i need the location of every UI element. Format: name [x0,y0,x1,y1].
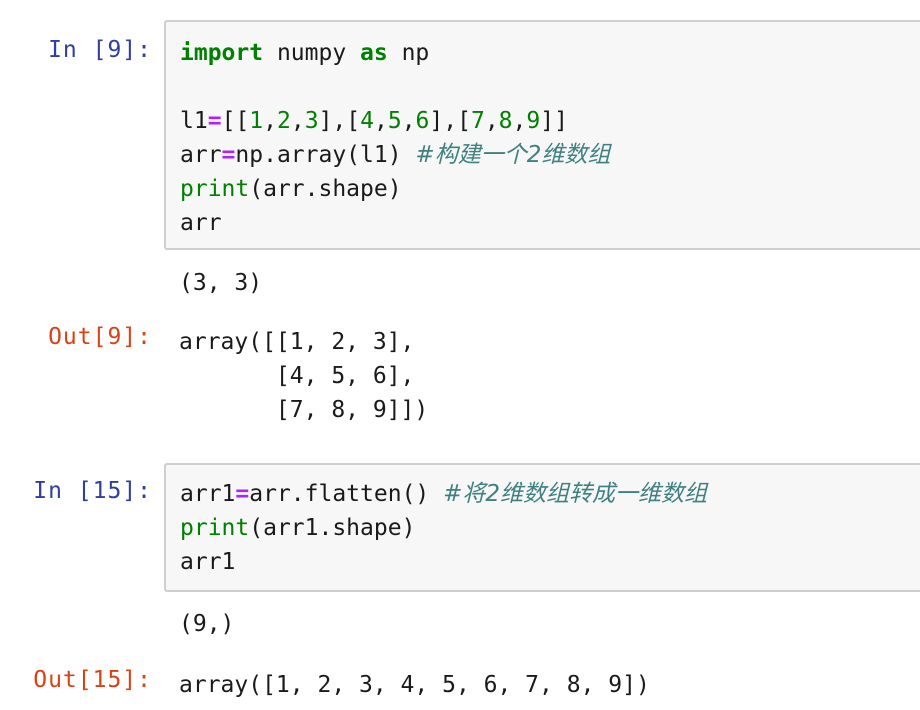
number: 4 [360,108,374,134]
code-text: arr.flatten() [249,481,444,507]
number: 1 [249,108,264,134]
punct: , [512,108,527,134]
punct: , [484,108,499,134]
code-text: arr1 [180,549,236,575]
variable: arr1 [180,481,236,507]
code-line: arr=np.array(l1) #构建一个2维数组 [180,138,610,172]
number: 8 [498,108,513,134]
comment: #构建一个2维数组 [415,142,611,168]
number: 9 [526,108,541,134]
keyword: import [180,40,264,66]
punct: , [401,108,416,134]
out-prompt-9: Out[9]: [48,324,152,350]
in-prompt-9: In [9]: [48,37,152,63]
punct: , [263,108,277,134]
number: 6 [415,108,430,134]
code-text: np.array(l1) [235,142,416,168]
punct: ]] [540,108,568,134]
number: 3 [304,108,319,134]
builtin: print [180,176,250,202]
punct: ],[ [429,108,471,134]
code-line: l1=[[1,2,3],[4,5,6],[7,8,9]] [180,104,568,138]
code-cell-9-input[interactable]: import numpy as np l1=[[1,2,3],[4,5,6],[… [164,20,920,250]
code-line: arr1 [180,545,235,579]
result-line: [7, 8, 9]]) [179,397,429,423]
number: 2 [276,108,291,134]
result-line: array([1, 2, 3, 4, 5, 6, 7, 8, 9]) [179,672,650,698]
code-text: np [387,40,430,66]
number: 7 [470,108,485,134]
code-line: arr [180,206,222,240]
operator: = [235,481,250,507]
operator: = [221,142,236,168]
code-text: (arr.shape) [249,176,402,202]
code-line: print(arr1.shape) [180,511,415,545]
code-text: (arr1.shape) [249,515,416,541]
variable: arr [180,142,222,168]
variable: l1 [180,108,208,134]
stdout-text: (3, 3) [179,270,263,296]
stdout-text: (9,) [179,611,235,637]
keyword: as [360,40,388,66]
code-line: arr1=arr.flatten() #将2维数组转成一维数组 [180,477,707,511]
out-prompt-15: Out[15]: [33,667,152,693]
code-line: print(arr.shape) [180,172,402,206]
code-text: arr [180,210,222,236]
operator: = [207,108,222,134]
result-line: array([[1, 2, 3], [179,329,415,355]
number: 5 [387,108,402,134]
code-line: import numpy as np [180,36,429,70]
result-line: [4, 5, 6], [179,363,415,389]
punct: , [290,108,305,134]
code-text: numpy [263,40,361,66]
in-prompt-15: In [15]: [33,478,152,504]
punct: [[ [221,108,250,134]
punct: ],[ [318,108,361,134]
comment: #将2维数组转成一维数组 [443,481,708,507]
builtin: print [180,515,250,541]
code-cell-15-input[interactable]: arr1=arr.flatten() #将2维数组转成一维数组 print(ar… [164,463,920,592]
punct: , [373,108,388,134]
